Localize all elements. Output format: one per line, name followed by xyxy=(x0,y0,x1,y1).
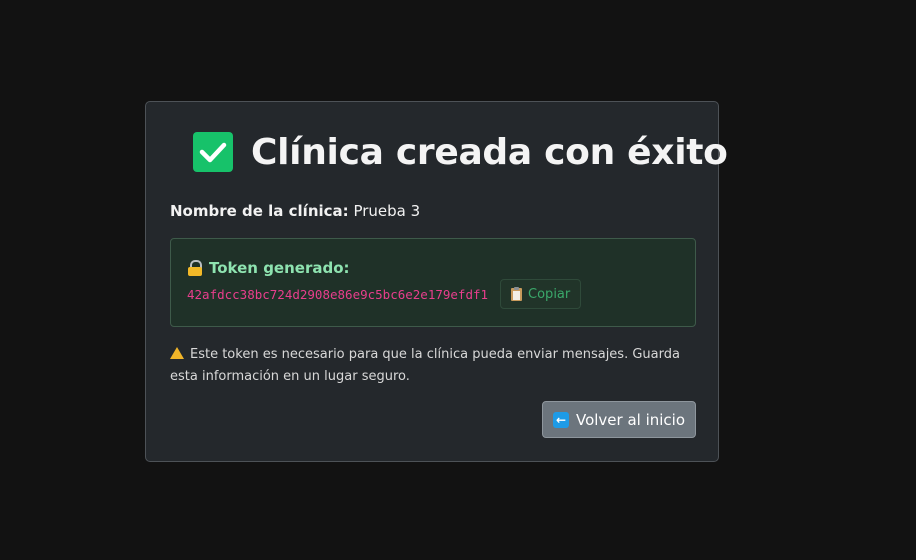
warning-icon xyxy=(170,347,184,359)
token-row: 42afdcc38bc724d2908e86e9c5bc6e2e179efdf1… xyxy=(187,279,582,309)
clinic-name-value: Prueba 3 xyxy=(353,202,421,220)
clinic-name-label: Nombre de la clínica: xyxy=(170,202,349,220)
token-value[interactable]: 42afdcc38bc724d2908e86e9c5bc6e2e179efdf1 xyxy=(187,287,488,302)
clinic-name-row: Nombre de la clínica: Prueba 3 xyxy=(170,202,420,220)
lock-icon xyxy=(188,260,202,276)
title-text: Clínica creada con éxito xyxy=(251,131,728,173)
back-to-home-button[interactable]: ← Volver al inicio xyxy=(542,401,696,438)
check-mark-icon xyxy=(193,132,233,172)
clipboard-icon xyxy=(511,286,523,301)
token-heading-text: Token generado: xyxy=(209,259,350,277)
page-title: Clínica creada con éxito xyxy=(193,128,728,176)
warning-message: Este token es necesario para que la clín… xyxy=(170,344,700,388)
warning-text: Este token es necesario para que la clín… xyxy=(170,347,680,384)
copy-button-label: Copiar xyxy=(528,286,571,302)
copy-button[interactable]: Copiar xyxy=(500,279,582,309)
token-heading: Token generado: xyxy=(188,259,350,277)
back-button-label: Volver al inicio xyxy=(575,410,686,429)
left-arrow-icon: ← xyxy=(552,411,569,428)
token-panel: Token generado: 42afdcc38bc724d2908e86e9… xyxy=(170,238,696,327)
success-card: Clínica creada con éxito Nombre de la cl… xyxy=(145,101,728,462)
